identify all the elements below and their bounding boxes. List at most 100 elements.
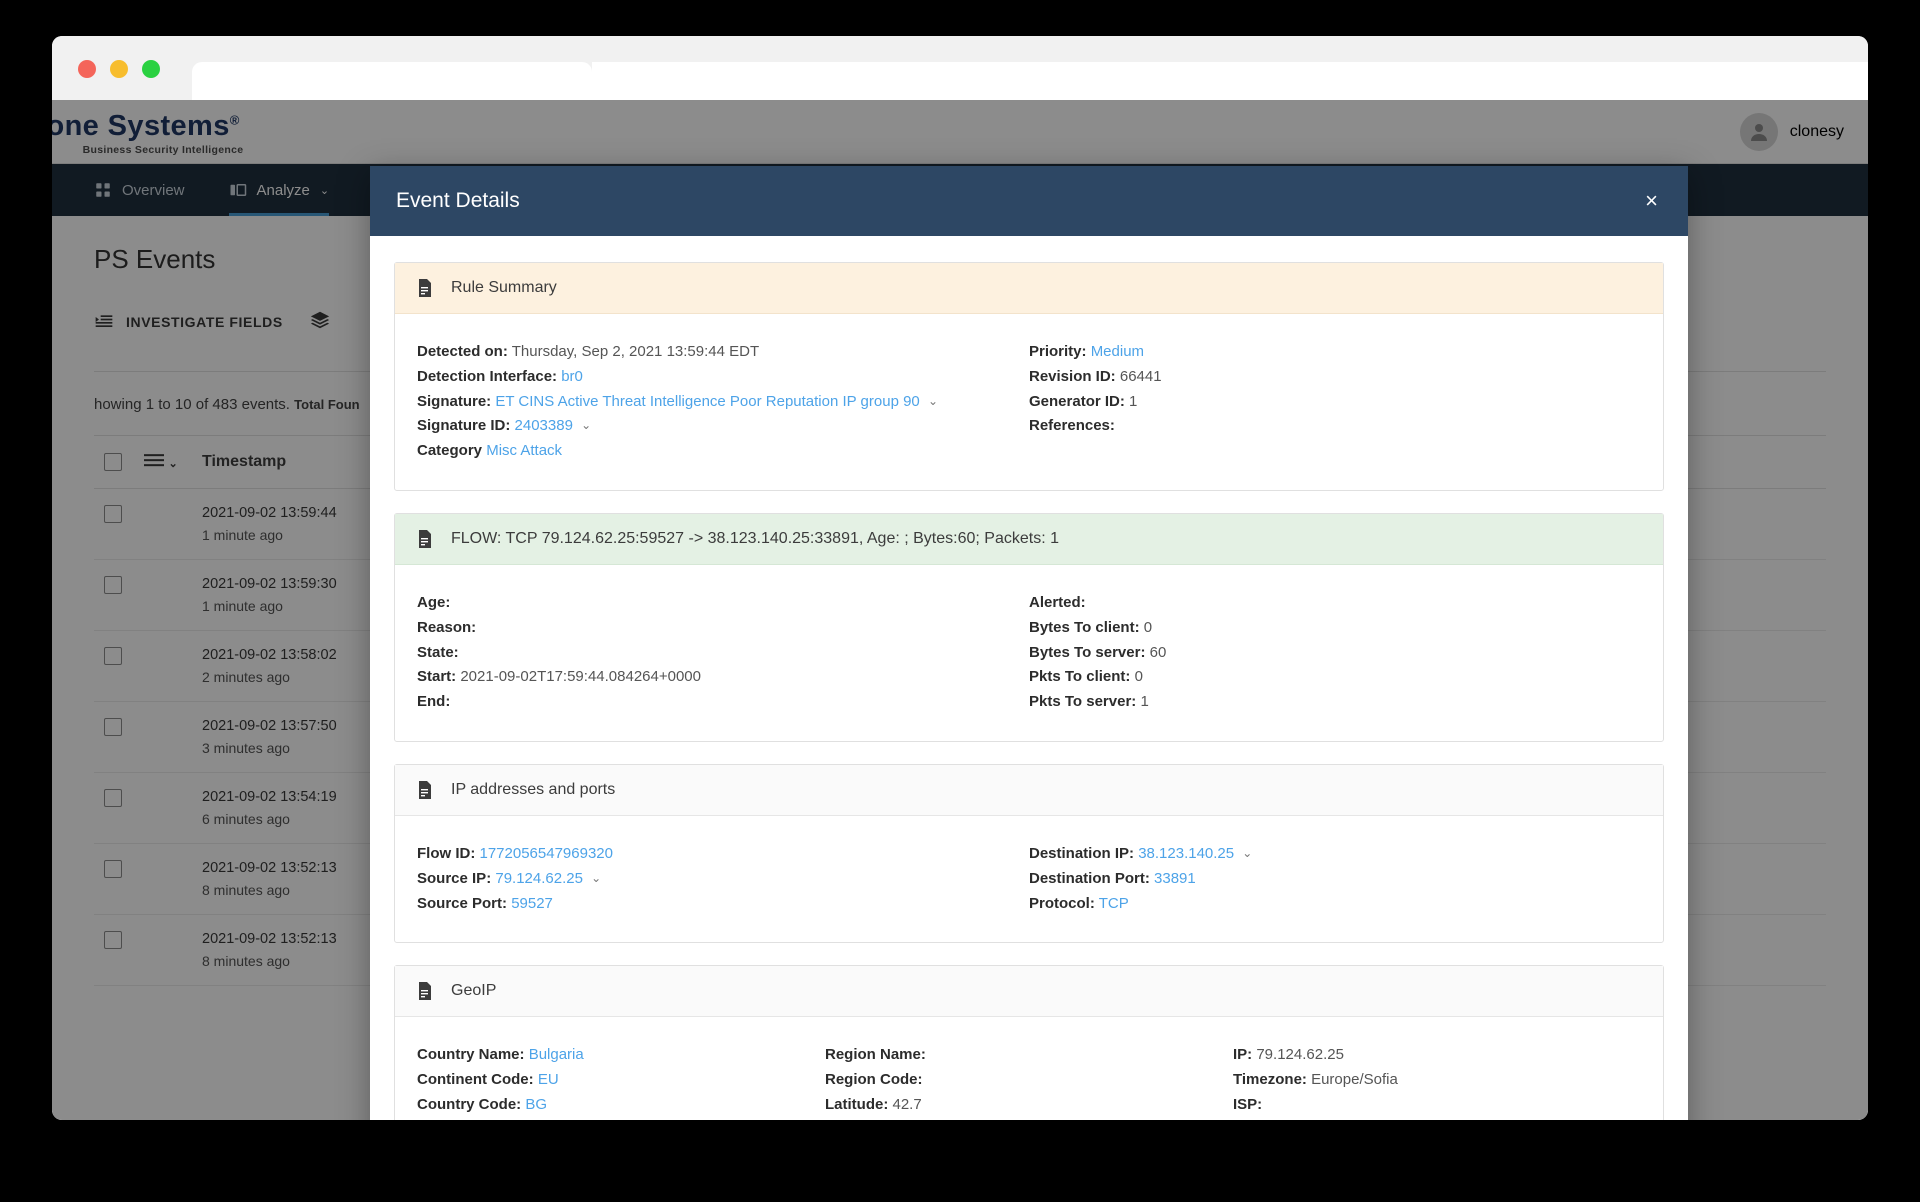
field-value: 0: [1143, 618, 1153, 636]
field-value: 60: [1149, 643, 1167, 661]
field-value: 1: [1129, 392, 1138, 410]
field-label: Bytes To client:: [1029, 618, 1140, 636]
minimize-window-button[interactable]: [110, 60, 128, 78]
field-label: Start:: [417, 668, 457, 686]
field-destination-ip: Destination IP: 38.123.140.25 ⌄: [1029, 842, 1641, 867]
close-modal-button[interactable]: ×: [1639, 189, 1664, 213]
field-value[interactable]: br0: [561, 368, 583, 385]
field-country-name: Country Name: Bulgaria: [417, 1043, 825, 1068]
close-window-button[interactable]: [78, 60, 96, 78]
field-continent-code: Continent Code: EU: [417, 1068, 825, 1093]
chevron-down-icon[interactable]: ⌄: [928, 392, 938, 410]
field-pkts-to-server: Pkts To server: 1: [1029, 690, 1641, 715]
document-icon: [417, 982, 433, 1001]
field-detection-interface: Detection Interface: br0: [417, 365, 1029, 390]
field-label: Source Port:: [417, 894, 508, 912]
field-reason: Reason:: [417, 616, 1029, 641]
field-region-code: Region Code:: [825, 1068, 1233, 1093]
field-value[interactable]: ET CINS Active Threat Intelligence Poor …: [495, 393, 919, 410]
geoip-header: GeoIP: [395, 966, 1663, 1018]
field-detected-on: Detected on: Thursday, Sep 2, 2021 13:59…: [417, 340, 1029, 365]
field-generator-id: Generator ID: 1: [1029, 390, 1641, 415]
field-value: 79.124.62.25: [1256, 1046, 1344, 1064]
field-value[interactable]: 1772056547969320: [480, 845, 613, 862]
field-value[interactable]: 38.123.140.25: [1138, 845, 1234, 862]
field-label: Region Code:: [825, 1071, 923, 1089]
field-label: Signature:: [417, 392, 492, 410]
field-label: End:: [417, 693, 451, 711]
geoip-column-2: Region Name: Region Code: Latitude: 42.7: [825, 1043, 1233, 1120]
event-details-modal: Event Details × Rule Summary Detected on…: [370, 166, 1688, 1120]
rule-summary-right-column: Priority: Medium Revision ID: 66441 Gene…: [1029, 340, 1641, 464]
field-protocol: Protocol: TCP: [1029, 892, 1641, 917]
field-flow-id: Flow ID: 1772056547969320: [417, 842, 1029, 867]
field-alerted: Alerted:: [1029, 591, 1641, 616]
ip-ports-header: IP addresses and ports: [395, 764, 1663, 816]
field-label: Flow ID:: [417, 844, 476, 862]
field-label: Reason:: [417, 618, 477, 636]
field-value[interactable]: TCP: [1099, 895, 1129, 912]
field-label: Age:: [417, 593, 451, 611]
field-label: References:: [1029, 417, 1115, 435]
field-label: Pkts To server:: [1029, 693, 1137, 711]
field-label: Latitude:: [825, 1095, 889, 1113]
field-start: Start: 2021-09-02T17:59:44.084264+0000: [417, 665, 1029, 690]
field-isp: ISP:: [1233, 1093, 1641, 1118]
flow-body: Age: Reason: State: Start: 2021-09-02T17…: [395, 565, 1663, 741]
field-value: 66441: [1119, 367, 1162, 385]
field-label: ISP:: [1233, 1095, 1263, 1113]
field-signature-id: Signature ID: 2403389 ⌄: [417, 414, 1029, 439]
field-value[interactable]: 2403389: [515, 417, 573, 434]
ip-ports-left-column: Flow ID: 1772056547969320 Source IP: 79.…: [417, 842, 1029, 916]
field-value[interactable]: Misc Attack: [486, 442, 562, 459]
field-label: Signature ID:: [417, 417, 511, 435]
field-references: References:: [1029, 414, 1641, 439]
field-label: Timezone:: [1233, 1071, 1307, 1089]
field-country-code: Country Code: BG: [417, 1093, 825, 1118]
field-label: Pkts To client:: [1029, 668, 1131, 686]
browser-window: ✕ lone Systems® Business Security Intell…: [52, 36, 1868, 1120]
modal-header: Event Details ×: [370, 166, 1688, 236]
field-label: Generator ID:: [1029, 392, 1125, 410]
field-value: 0: [1134, 668, 1143, 686]
field-region-name: Region Name:: [825, 1043, 1233, 1068]
chevron-down-icon[interactable]: ⌄: [581, 416, 591, 434]
geoip-title: GeoIP: [451, 982, 497, 1000]
geoip-card: GeoIP Country Name: Bulgaria Continent C…: [394, 965, 1664, 1120]
field-bytes-to-server: Bytes To server: 60: [1029, 641, 1641, 666]
chevron-down-icon[interactable]: ⌄: [1242, 844, 1252, 862]
window-traffic-lights: [78, 60, 160, 78]
browser-titlebar: ✕: [52, 36, 1868, 126]
field-value[interactable]: 79.124.62.25: [495, 870, 583, 887]
modal-title: Event Details: [396, 189, 520, 212]
ip-ports-right-column: Destination IP: 38.123.140.25 ⌄ Destinat…: [1029, 842, 1641, 916]
field-value[interactable]: 59527: [511, 895, 553, 912]
field-destination-port: Destination Port: 33891: [1029, 867, 1641, 892]
field-value: 2021-09-02T17:59:44.084264+0000: [460, 668, 701, 686]
field-ip: IP: 79.124.62.25: [1233, 1043, 1641, 1068]
rule-summary-title: Rule Summary: [451, 279, 557, 296]
field-value[interactable]: 33891: [1154, 870, 1196, 887]
flow-header: FLOW: TCP 79.124.62.25:59527 -> 38.123.1…: [395, 513, 1663, 565]
field-label: Revision ID:: [1029, 367, 1116, 385]
field-value[interactable]: Bulgaria: [529, 1046, 584, 1063]
field-value[interactable]: BG: [525, 1096, 547, 1113]
field-value: Europe/Sofia: [1311, 1071, 1398, 1089]
field-label: Priority:: [1029, 343, 1087, 360]
field-end: End:: [417, 690, 1029, 715]
field-value[interactable]: Medium: [1091, 343, 1144, 360]
geoip-body: Country Name: Bulgaria Continent Code: E…: [395, 1017, 1663, 1120]
maximize-window-button[interactable]: [142, 60, 160, 78]
rule-summary-card: Rule Summary Detected on: Thursday, Sep …: [394, 262, 1664, 491]
field-label: Region Name:: [825, 1046, 926, 1064]
modal-body: Rule Summary Detected on: Thursday, Sep …: [370, 236, 1688, 1120]
field-value[interactable]: EU: [538, 1071, 559, 1088]
field-source-ip: Source IP: 79.124.62.25 ⌄: [417, 867, 1029, 892]
field-label: State:: [417, 643, 459, 661]
field-label: Source IP:: [417, 869, 492, 887]
field-revision-id: Revision ID: 66441: [1029, 365, 1641, 390]
chevron-down-icon[interactable]: ⌄: [591, 869, 601, 887]
geoip-column-3: IP: 79.124.62.25 Timezone: Europe/Sofia …: [1233, 1043, 1641, 1120]
field-pkts-to-client: Pkts To client: 0: [1029, 665, 1641, 690]
field-label: IP:: [1233, 1046, 1253, 1064]
